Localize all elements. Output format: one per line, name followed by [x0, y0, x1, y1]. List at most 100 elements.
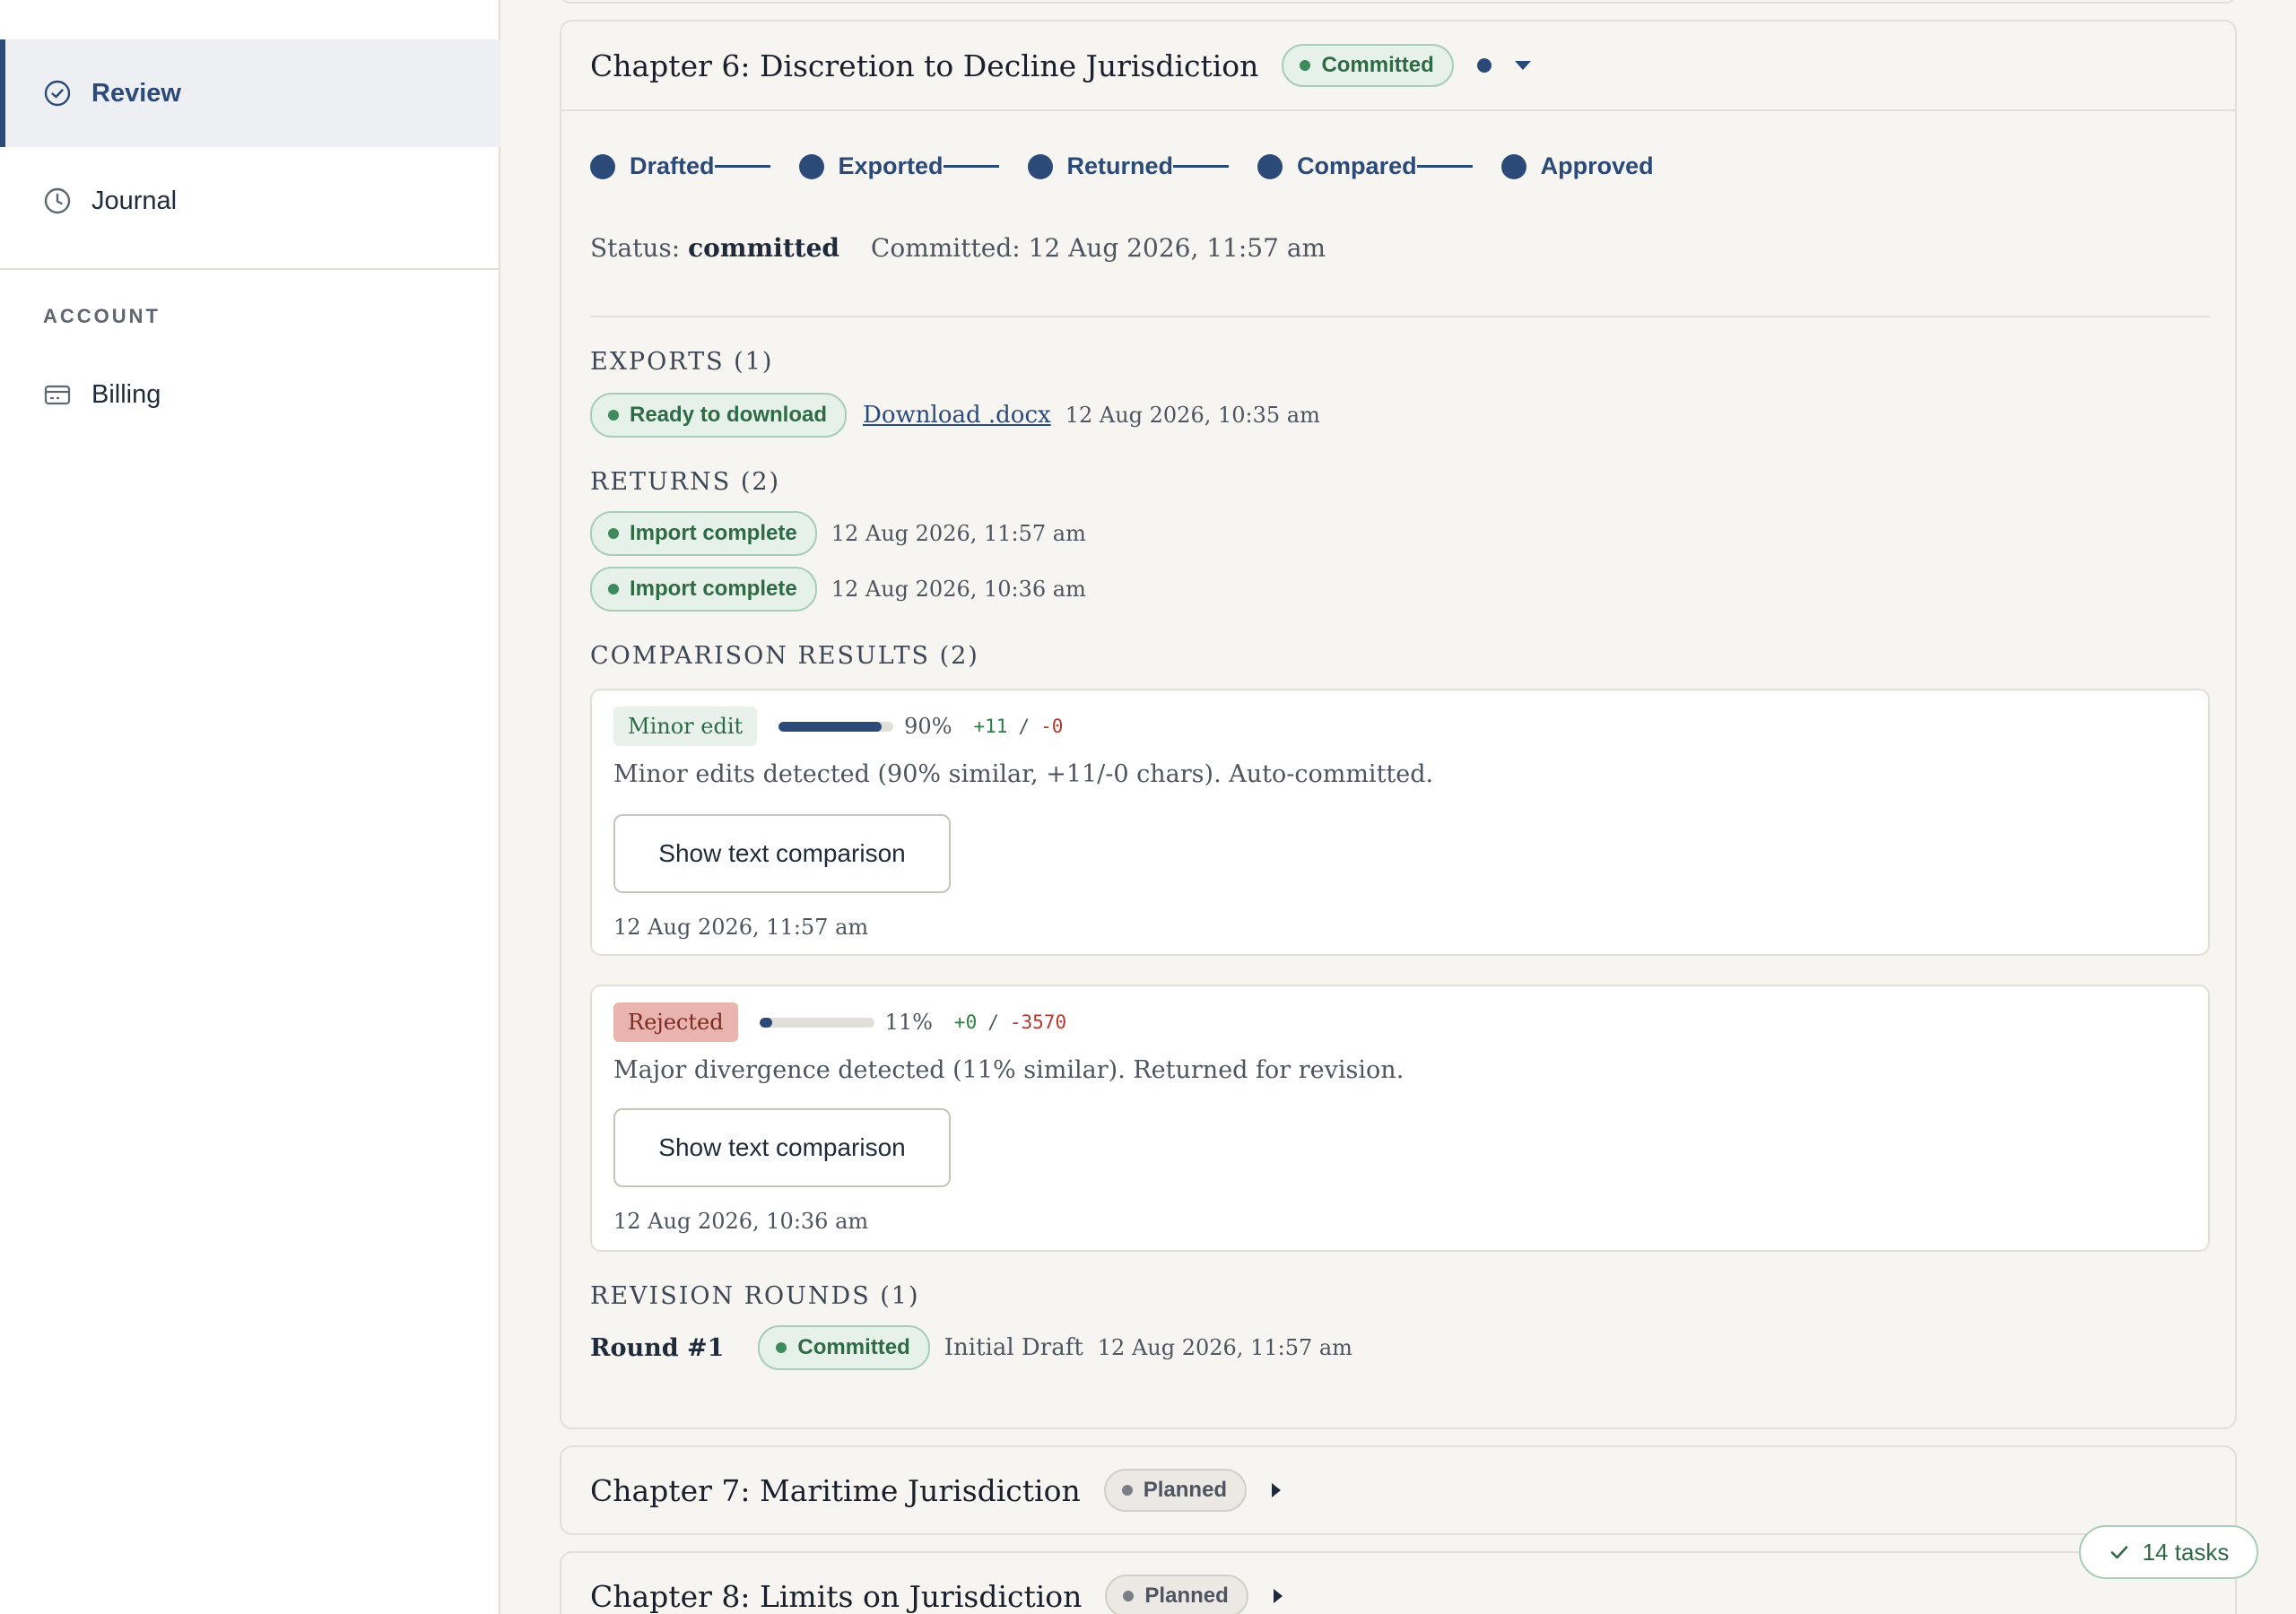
- export-row: Ready to download Download .docx 12 Aug …: [590, 393, 1320, 438]
- status-badge: Planned: [1103, 1469, 1248, 1512]
- tasks-badge-button[interactable]: 14 tasks: [2079, 1525, 2258, 1579]
- step-dot-icon: [798, 153, 824, 179]
- tasks-badge-label: 14 tasks: [2142, 1538, 2230, 1566]
- round-label: Round #1: [590, 1333, 725, 1362]
- comparison-summary: Minor edit 90% +11 / -0: [613, 707, 1063, 746]
- return-status-badge: Import complete: [590, 567, 817, 612]
- return-timestamp: 12 Aug 2026, 11:57 am: [831, 521, 1086, 546]
- credit-card-icon: [43, 380, 72, 409]
- step-label: Compared: [1297, 152, 1417, 179]
- sidebar-item-label: Billing: [91, 379, 161, 409]
- step-dot-icon: [1027, 153, 1053, 179]
- diff-separator: /: [1018, 716, 1031, 737]
- step-label: Exported: [838, 152, 944, 179]
- exports-heading: EXPORTS (1): [590, 348, 774, 376]
- sidebar-item-label: Journal: [91, 186, 178, 215]
- similarity-bar-fill: [778, 721, 883, 732]
- sidebar-divider: [0, 268, 500, 270]
- committed-timestamp: Committed: 12 Aug 2026, 11:57 am: [870, 233, 1326, 263]
- status-badge-label: Planned: [1144, 1584, 1229, 1608]
- step-label: Returned: [1066, 152, 1174, 179]
- similarity-percent: 90%: [904, 714, 952, 739]
- export-status-label: Ready to download: [630, 403, 828, 427]
- export-timestamp: 12 Aug 2026, 10:35 am: [1065, 403, 1320, 428]
- round-timestamp: 12 Aug 2026, 11:57 am: [1097, 1335, 1352, 1360]
- step-returned: Returned: [1027, 152, 1230, 180]
- comparison-heading: COMPARISON RESULTS (2): [590, 642, 979, 670]
- chars-added: +0: [953, 1011, 978, 1033]
- comparison-timestamp: 12 Aug 2026, 11:57 am: [613, 915, 869, 940]
- step-dot-icon: [590, 153, 615, 179]
- export-status-badge: Ready to download: [590, 393, 848, 438]
- show-text-comparison-button[interactable]: Show text comparison: [613, 1108, 951, 1187]
- progress-stepper: Drafted Exported Returned Compared Appro…: [590, 152, 1654, 180]
- round-status-badge: Committed: [758, 1325, 930, 1370]
- sidebar: Review Journal ACCOUNT Billing: [0, 0, 500, 1614]
- check-icon: [2109, 1541, 2130, 1563]
- diff-separator: /: [987, 1011, 999, 1033]
- step-label: Approved: [1540, 152, 1654, 179]
- chars-added: +11: [973, 716, 1008, 737]
- status-dot-icon: [1123, 1591, 1135, 1601]
- sidebar-section-heading: ACCOUNT: [43, 305, 161, 327]
- sidebar-item-billing[interactable]: Billing: [0, 341, 500, 448]
- chars-removed: -3570: [1009, 1011, 1067, 1033]
- status-dot-icon: [608, 528, 619, 539]
- similarity-bar: [759, 1017, 874, 1028]
- chevron-right-icon[interactable]: [1272, 1483, 1282, 1497]
- sidebar-item-review[interactable]: Review: [0, 39, 500, 147]
- status-dot-icon: [608, 584, 619, 594]
- return-status-badge: Import complete: [590, 511, 817, 556]
- return-status-label: Import complete: [630, 521, 797, 545]
- sidebar-item-journal[interactable]: Journal: [0, 147, 500, 255]
- revision-rounds-heading: REVISION ROUNDS (1): [590, 1282, 920, 1310]
- comparison-description: Major divergence detected (11% similar).…: [613, 1056, 1405, 1084]
- comparison-summary: Rejected 11% +0 / -3570: [613, 1002, 1066, 1042]
- chapter-card-collapsed[interactable]: Chapter 7: Maritime Jurisdiction Planned: [560, 1445, 2237, 1535]
- status-value: committed: [688, 233, 839, 263]
- step-exported: Exported: [798, 152, 999, 180]
- return-status-label: Import complete: [630, 577, 797, 601]
- chapter-card-expanded: Chapter 6: Discretion to Decline Jurisdi…: [560, 20, 2237, 1429]
- show-text-comparison-button[interactable]: Show text comparison: [613, 814, 951, 893]
- comparison-card: Rejected 11% +0 / -3570 Major divergence d…: [590, 985, 2210, 1252]
- status-dot-icon: [776, 1342, 787, 1353]
- return-row: Import complete 12 Aug 2026, 11:57 am: [590, 511, 1086, 556]
- previous-chapter-card: [560, 0, 2237, 4]
- step-label: Drafted: [630, 152, 715, 179]
- status-badge-label: Planned: [1143, 1478, 1228, 1502]
- download-docx-link[interactable]: Download .docx: [863, 402, 1051, 429]
- step-connector: [1173, 165, 1230, 168]
- chapter-title: Chapter 6: Discretion to Decline Jurisdi…: [590, 48, 1259, 83]
- step-dot-icon: [1500, 153, 1526, 179]
- status-dot-icon: [1300, 60, 1311, 71]
- return-timestamp: 12 Aug 2026, 10:36 am: [831, 577, 1086, 602]
- step-approved: Approved: [1500, 152, 1654, 180]
- status-badge-label: Committed: [1321, 53, 1434, 77]
- status-label: Status:: [590, 233, 681, 263]
- status-dot-icon: [608, 410, 619, 421]
- comparison-tag: Rejected: [613, 1002, 738, 1042]
- returns-heading: RETURNS (2): [590, 468, 781, 496]
- chapter-header[interactable]: Chapter 6: Discretion to Decline Jurisdi…: [561, 22, 2235, 111]
- similarity-percent: 11%: [884, 1010, 933, 1035]
- sidebar-item-label: Review: [91, 78, 181, 108]
- round-note: Initial Draft: [944, 1334, 1083, 1361]
- step-connector: [943, 165, 999, 168]
- indicator-dot-icon: [1476, 58, 1492, 73]
- chapter-title: Chapter 7: Maritime Jurisdiction: [590, 1472, 1081, 1508]
- round-status-label: Committed: [797, 1335, 910, 1359]
- chevron-down-icon[interactable]: [1514, 61, 1531, 70]
- status-dot-icon: [1121, 1485, 1133, 1496]
- return-row: Import complete 12 Aug 2026, 10:36 am: [590, 567, 1086, 612]
- status-badge: Committed: [1282, 44, 1454, 87]
- char-diff: +11 / -0: [974, 716, 1064, 737]
- section-divider: [590, 316, 2210, 317]
- status-line: Status: committed Committed: 12 Aug 2026…: [590, 233, 1326, 263]
- step-connector: [714, 165, 770, 168]
- comparison-description: Minor edits detected (90% similar, +11/-…: [613, 760, 1434, 788]
- chars-removed: -0: [1040, 716, 1064, 737]
- step-drafted: Drafted: [590, 152, 770, 180]
- chapter-card-collapsed[interactable]: Chapter 8: Limits on Jurisdiction Planne…: [560, 1551, 2237, 1614]
- chevron-right-icon[interactable]: [1273, 1589, 1283, 1603]
